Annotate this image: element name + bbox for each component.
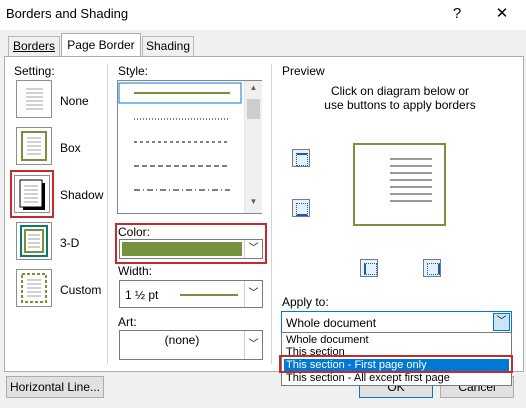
first-page-highlight — [279, 355, 513, 373]
dropdown-option[interactable]: This section - All except first page — [284, 372, 509, 385]
color-combo[interactable]: ﹀ — [119, 239, 263, 259]
top-border-button[interactable] — [292, 149, 310, 167]
horizontal-line-button[interactable]: Horizontal Line... — [6, 376, 104, 398]
setting-3d-icon[interactable] — [16, 222, 52, 260]
setting-box-icon[interactable] — [16, 127, 52, 165]
tab-borders-label: Borders — [12, 39, 56, 53]
width-label: Width: — [118, 264, 153, 278]
tab-borders[interactable]: Borders — [8, 36, 60, 56]
width-value: 1 ½ pt — [125, 288, 159, 302]
separator-left — [107, 64, 108, 364]
art-combo[interactable]: (none) ﹀ — [119, 330, 263, 360]
scroll-up-icon[interactable]: ▲ — [245, 83, 262, 97]
setting-shadow-icon[interactable] — [14, 175, 50, 213]
width-line-sample — [180, 294, 238, 296]
top-border-icon — [296, 153, 308, 166]
style-scrollbar[interactable]: ▲ ▼ — [244, 81, 262, 213]
apply-to-label: Apply to: — [282, 295, 329, 309]
setting-label: Setting: — [14, 64, 55, 78]
width-combo[interactable]: 1 ½ pt ﹀ — [119, 280, 263, 308]
right-border-icon — [427, 263, 440, 275]
setting-custom-label[interactable]: Custom — [60, 283, 101, 297]
help-button[interactable]: ? — [445, 4, 469, 24]
setting-box-label[interactable]: Box — [60, 141, 81, 155]
left-border-button[interactable] — [360, 259, 378, 277]
close-button[interactable]: ✕ — [490, 4, 514, 24]
left-border-icon — [364, 263, 377, 275]
tab-page-border-label: Page Border — [67, 38, 135, 52]
tab-page-border[interactable]: Page Border — [61, 33, 141, 57]
chevron-down-icon[interactable]: ﹀ — [244, 331, 262, 359]
dialog-title: Borders and Shading — [6, 6, 129, 21]
right-border-button[interactable] — [423, 259, 441, 277]
art-label: Art: — [118, 315, 137, 329]
separator-right — [271, 64, 272, 364]
scroll-down-icon[interactable]: ▼ — [245, 197, 262, 211]
style-label: Style: — [118, 64, 149, 78]
bottom-border-icon — [296, 203, 308, 216]
tab-shading-label: Shading — [145, 39, 191, 53]
art-value: (none) — [164, 333, 200, 347]
tab-shading[interactable]: Shading — [142, 36, 194, 56]
setting-shadow-label[interactable]: Shadow — [60, 188, 103, 202]
preview-label: Preview — [282, 64, 325, 78]
setting-custom-icon[interactable] — [16, 269, 52, 307]
apply-to-combo[interactable]: Whole document ﹀ — [281, 311, 512, 333]
bottom-border-button[interactable] — [292, 199, 310, 217]
setting-none-label[interactable]: None — [60, 94, 89, 108]
preview-instructions: Click on diagram below or use buttons to… — [324, 84, 476, 112]
horizontal-line-label: Horizontal Line... — [9, 380, 101, 394]
preview-page[interactable] — [352, 142, 448, 228]
chevron-down-icon[interactable]: ﹀ — [493, 313, 510, 331]
chevron-down-icon[interactable]: ﹀ — [244, 240, 262, 258]
apply-to-value: Whole document — [286, 316, 377, 330]
setting-none-icon[interactable] — [16, 80, 52, 118]
style-list-options[interactable] — [118, 81, 244, 213]
color-swatch — [122, 242, 242, 256]
setting-3d-label[interactable]: 3-D — [60, 236, 79, 250]
color-label: Color: — [118, 225, 151, 239]
scroll-thumb[interactable] — [247, 99, 260, 119]
chevron-down-icon[interactable]: ﹀ — [244, 281, 262, 307]
